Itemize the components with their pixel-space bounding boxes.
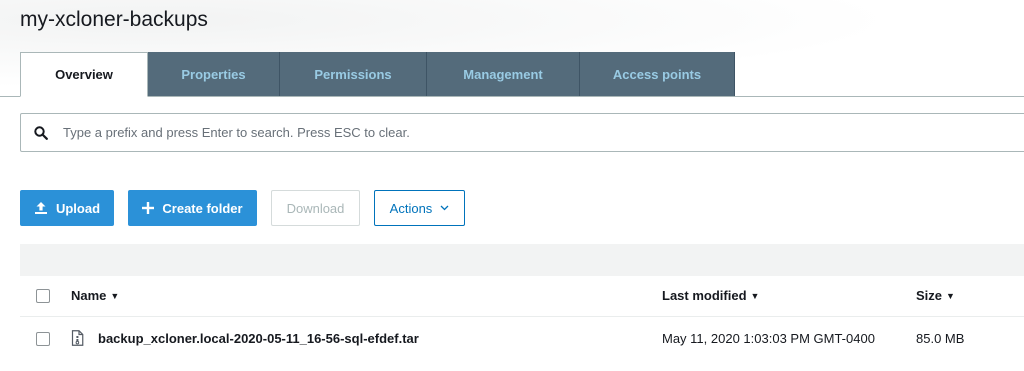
bucket-title: my-xcloner-backups [20, 8, 208, 31]
select-all-checkbox[interactable] [36, 289, 50, 303]
tab-properties[interactable]: Properties [148, 52, 280, 96]
upload-button[interactable]: Upload [20, 190, 114, 226]
create-folder-button[interactable]: Create folder [128, 190, 257, 226]
column-size-label: Size [916, 288, 943, 303]
tab-management[interactable]: Management [427, 52, 580, 96]
download-label: Download [286, 200, 345, 216]
sort-caret-icon: ▼ [110, 290, 120, 301]
column-header-last-modified[interactable]: Last modified ▼ [662, 288, 759, 303]
file-name-link[interactable]: backup_xcloner.local-2020-05-11_16-56-sq… [98, 331, 419, 346]
column-header-name[interactable]: Name ▼ [71, 288, 119, 303]
file-size: 85.0 MB [916, 331, 965, 346]
upload-label: Upload [55, 200, 101, 216]
actions-dropdown[interactable]: Actions [374, 190, 465, 226]
sort-caret-icon: ▼ [946, 290, 955, 301]
search-input[interactable] [61, 124, 965, 141]
sort-caret-icon: ▼ [750, 290, 760, 301]
column-header-size[interactable]: Size ▼ [916, 288, 955, 303]
table-toolbar-strip [20, 244, 1024, 276]
row-checkbox[interactable] [36, 332, 50, 346]
header-divider [20, 316, 1024, 317]
search-icon[interactable] [21, 125, 61, 140]
chevron-down-icon [440, 205, 449, 211]
upload-icon [34, 202, 47, 214]
file-icon [71, 330, 84, 351]
plus-icon [142, 202, 155, 214]
download-button[interactable]: Download [271, 190, 360, 226]
tab-permissions[interactable]: Permissions [280, 52, 427, 96]
tab-overview[interactable]: Overview [20, 52, 148, 97]
column-last-modified-label: Last modified [662, 288, 747, 303]
tab-access-points[interactable]: Access points [580, 52, 735, 96]
create-folder-label: Create folder [162, 200, 243, 216]
tab-bar: Overview Properties Permissions Manageme… [20, 52, 735, 97]
file-last-modified: May 11, 2020 1:03:03 PM GMT-0400 [662, 331, 875, 346]
actions-label: Actions [389, 200, 433, 216]
search-box [20, 113, 1024, 152]
column-name-label: Name [71, 288, 107, 303]
